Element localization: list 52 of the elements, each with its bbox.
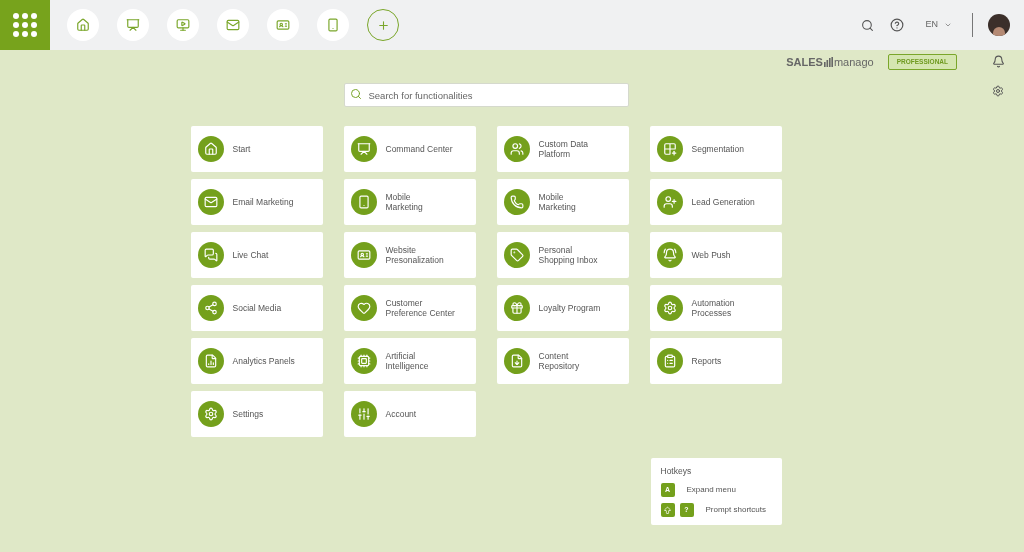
bars-icon	[823, 57, 833, 68]
search-icon[interactable]	[861, 18, 875, 32]
module-card[interactable]: Command Center	[343, 125, 476, 172]
module-card[interactable]: Reports	[649, 337, 782, 384]
search-field[interactable]: Search for functionalities	[343, 83, 629, 107]
module-card[interactable]: Lead Generation	[649, 178, 782, 225]
nav-shortcut-button[interactable]	[267, 9, 299, 41]
module-card[interactable]: Account	[343, 390, 476, 437]
module-card[interactable]: Content Repository	[496, 337, 629, 384]
hotkey-label: Prompt shortcuts	[705, 504, 766, 517]
module-card[interactable]: Mobile Marketing	[343, 178, 476, 225]
brand-logo-text: manago	[833, 55, 874, 70]
module-card[interactable]: Start	[190, 125, 323, 172]
smartphone-icon	[326, 18, 340, 32]
nav-shortcut-button[interactable]	[317, 9, 349, 41]
module-card[interactable]: Personal Shopping Inbox	[496, 231, 629, 278]
home-icon	[76, 18, 90, 32]
module-card[interactable]: Artificial Intelligence	[343, 337, 476, 384]
apps-menu-button[interactable]	[0, 0, 50, 50]
mail-icon	[226, 18, 240, 32]
nav-shortcut-button[interactable]	[217, 9, 249, 41]
nav-shortcut-button[interactable]	[167, 9, 199, 41]
shift-key-icon	[660, 503, 675, 518]
nav-shortcut-button[interactable]	[117, 9, 149, 41]
brand-logo-text: SALES	[786, 55, 823, 70]
module-card[interactable]: Custom Data Platform	[496, 125, 629, 172]
nav-shortcut-button[interactable]	[67, 9, 99, 41]
module-card[interactable]: Mobile Marketing	[496, 178, 629, 225]
help-icon[interactable]	[890, 18, 905, 32]
hotkey-label: Expand menu	[686, 484, 736, 497]
module-card[interactable]: Live Chat	[190, 231, 323, 278]
module-card[interactable]: Web Push	[649, 231, 782, 278]
module-card[interactable]: Analytics Panels	[190, 337, 323, 384]
hotkeys-title: Hotkeys	[660, 464, 693, 478]
module-card[interactable]: Email Marketing	[190, 178, 323, 225]
monitor-icon	[176, 18, 190, 32]
module-card[interactable]: Automation Processes	[649, 284, 782, 331]
settings-icon[interactable]	[992, 85, 1004, 97]
module-card[interactable]: Settings	[190, 390, 323, 437]
search-icon	[349, 87, 362, 100]
avatar[interactable]	[988, 14, 1010, 36]
plus-icon	[376, 18, 390, 32]
language-dropdown[interactable]: EN	[925, 18, 952, 32]
module-card[interactable]: Segmentation	[649, 125, 782, 172]
module-card[interactable]: Loyalty Program	[496, 284, 629, 331]
module-card[interactable]: Website Presonalization	[343, 231, 476, 278]
module-card[interactable]: Customer Preference Center	[343, 284, 476, 331]
module-card[interactable]: Social Media	[190, 284, 323, 331]
id-card-icon	[276, 18, 290, 32]
notifications-icon[interactable]	[991, 55, 1005, 68]
chevron-down-icon	[944, 21, 952, 29]
presentation-icon	[126, 18, 140, 32]
